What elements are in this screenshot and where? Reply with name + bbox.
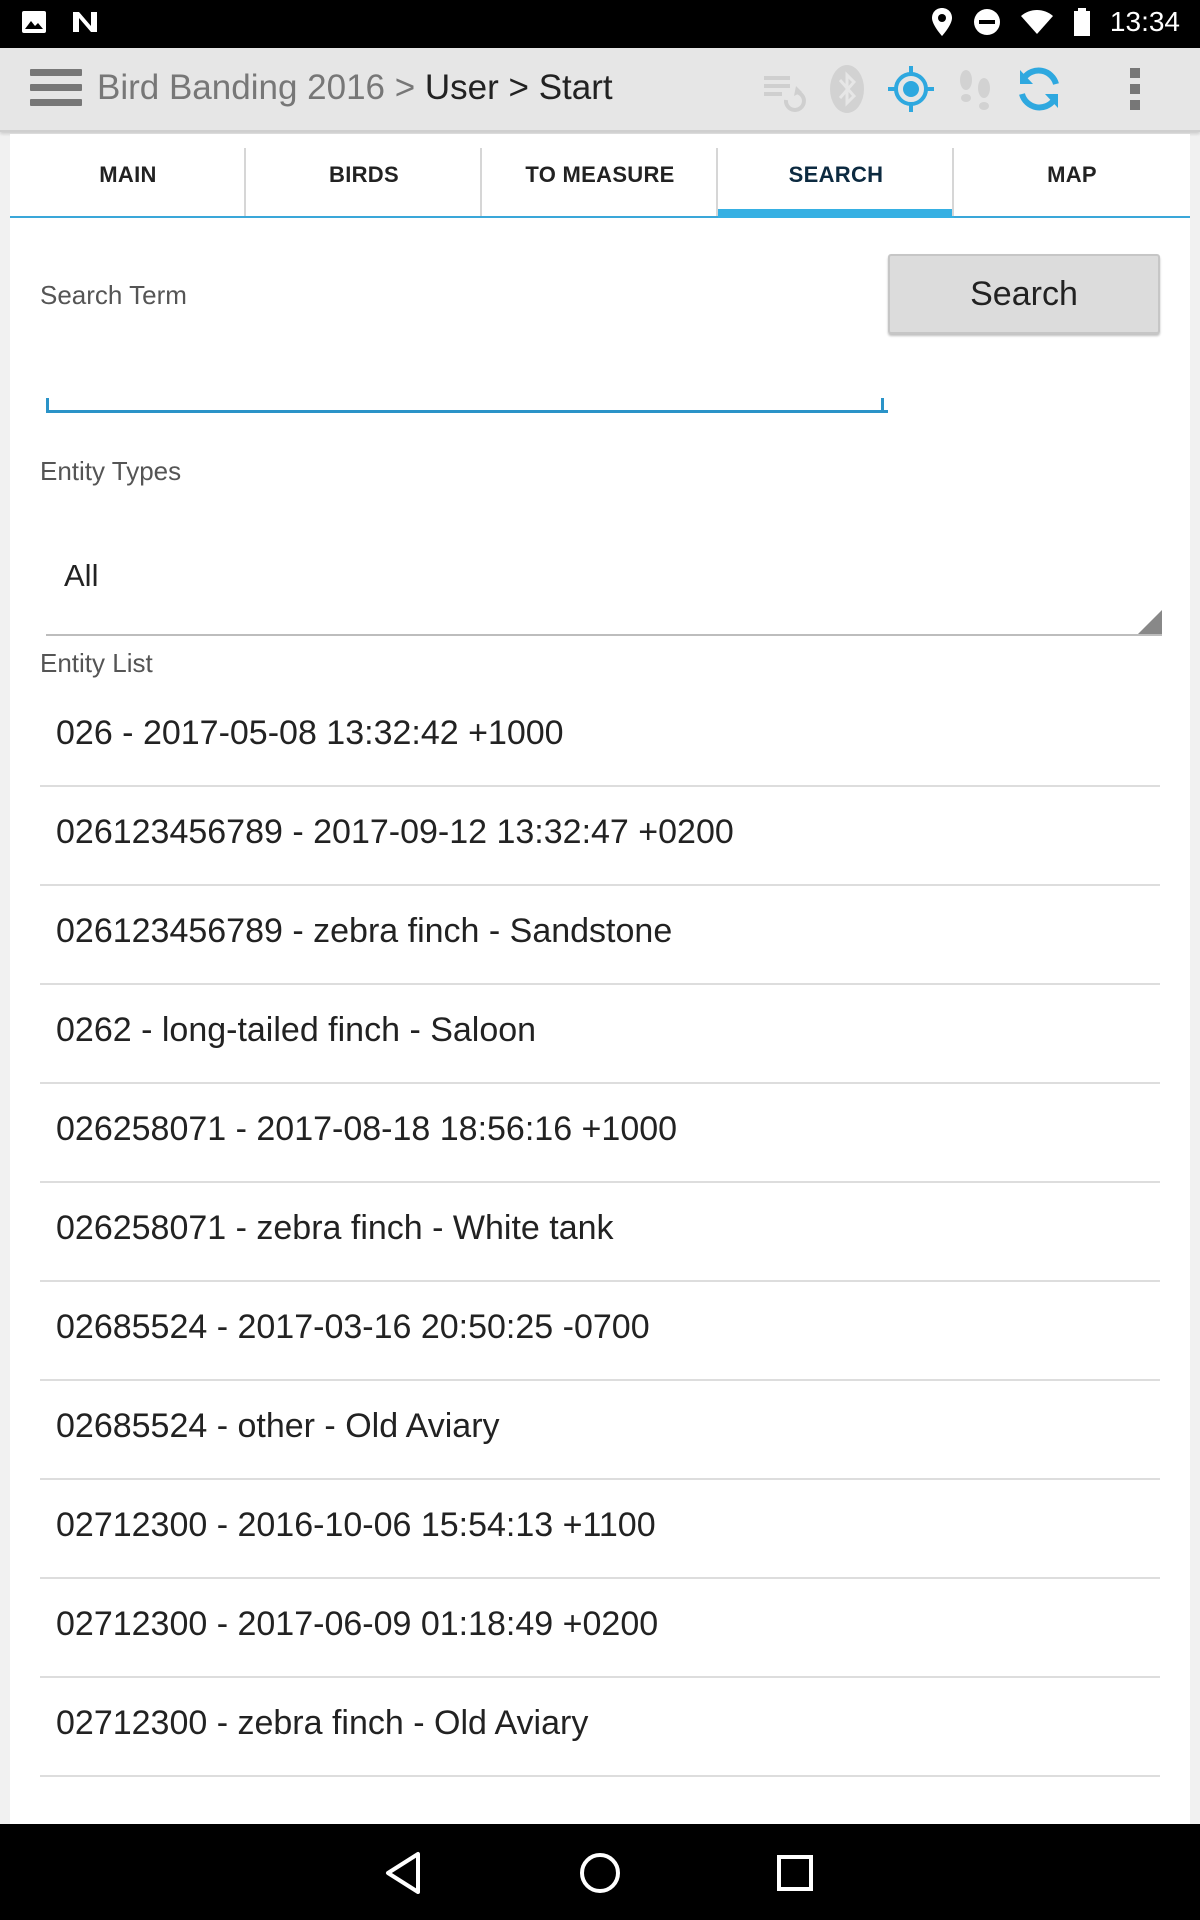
breadcrumb-separator: > [385,68,425,107]
tab-search[interactable]: SEARCH [718,134,954,218]
search-panel: Search Term Search Entity Types All Enti… [10,218,1190,1824]
tab-main[interactable]: MAIN [10,134,246,216]
list-item-text: 02712300 - zebra finch - Old Aviary [56,1704,589,1742]
location-icon [931,8,952,36]
back-icon[interactable] [380,1848,430,1898]
breadcrumb-current: Start [538,68,613,107]
search-input[interactable] [46,336,888,413]
tab-bar: MAIN BIRDS TO MEASURE SEARCH MAP [10,134,1190,218]
recents-icon[interactable] [770,1848,820,1898]
dropdown-arrow-icon [1138,610,1162,634]
entity-types-select[interactable]: All [46,518,1162,636]
overflow-menu-icon[interactable] [1108,62,1162,116]
list-item-text: 026258071 - 2017-08-18 18:56:16 +1000 [56,1110,678,1148]
entity-types-label: Entity Types [40,456,182,486]
list-item[interactable]: 026 - 2017-05-08 13:32:42 +1000 [40,688,1160,787]
home-icon[interactable] [575,1848,625,1898]
entity-list: 026 - 2017-05-08 13:32:42 +1000 02612345… [40,688,1160,1777]
breadcrumb-user[interactable]: User [425,68,499,107]
tab-birds[interactable]: BIRDS [246,134,482,216]
search-button[interactable]: Search [888,254,1160,334]
list-item[interactable]: 026123456789 - 2017-09-12 13:32:47 +0200 [40,787,1160,886]
list-item[interactable]: 02712300 - 2017-06-09 01:18:49 +0200 [40,1579,1160,1678]
dnd-icon [973,9,1000,35]
status-time: 13:34 [1109,6,1180,37]
breadcrumb-app[interactable]: Bird Banding 2016 [97,68,385,107]
breadcrumb: Bird Banding 2016 > User > Start [97,68,613,108]
entity-list-label: Entity List [40,648,153,678]
list-item[interactable]: 026123456789 - zebra finch - Sandstone [40,886,1160,985]
list-item[interactable]: 0262 - long-tailed finch - Saloon [40,985,1160,1084]
list-item-text: 026258071 - zebra finch - White tank [56,1209,614,1247]
list-item-text: 026123456789 - 2017-09-12 13:32:47 +0200 [56,813,734,851]
list-item[interactable]: 026258071 - 2017-08-18 18:56:16 +1000 [40,1084,1160,1183]
list-item[interactable]: 026258071 - zebra finch - White tank [40,1183,1160,1282]
gps-target-icon[interactable] [884,62,938,116]
search-term-label: Search Term [40,280,187,310]
list-item-text: 02685524 - 2017-03-16 20:50:25 -0700 [56,1308,650,1346]
list-item[interactable]: 02712300 - zebra finch - Old Aviary [40,1678,1160,1777]
list-item-text: 0262 - long-tailed finch - Saloon [56,1011,537,1049]
image-icon [22,11,46,33]
list-item-text: 02685524 - other - Old Aviary [56,1407,500,1445]
list-item-text: 026 - 2017-05-08 13:32:42 +1000 [56,714,564,752]
list-item[interactable]: 02685524 - other - Old Aviary [40,1381,1160,1480]
list-item[interactable]: 02685524 - 2017-03-16 20:50:25 -0700 [40,1282,1160,1381]
list-item-text: 02712300 - 2016-10-06 15:54:13 +1100 [56,1506,656,1544]
entity-types-selected-value: All [64,558,99,593]
wifi-icon [1020,10,1053,34]
tab-map[interactable]: MAP [954,134,1190,216]
hamburger-menu-icon[interactable] [30,69,82,109]
sync-disabled-icon[interactable] [756,62,810,116]
footprints-icon[interactable] [948,62,1002,116]
battery-icon [1073,8,1090,36]
n-icon [73,12,97,32]
status-bar: 13:34 [0,0,1200,48]
bluetooth-icon[interactable] [820,62,874,116]
breadcrumb-separator: > [498,68,539,107]
list-item-text: 02712300 - 2017-06-09 01:18:49 +0200 [56,1605,659,1643]
list-item-text: 026123456789 - zebra finch - Sandstone [56,912,673,950]
app-toolbar: Bird Banding 2016 > User > Start [0,48,1200,132]
tab-to-measure[interactable]: TO MEASURE [482,134,718,216]
refresh-icon[interactable] [1012,62,1066,116]
system-nav-bar [0,1824,1200,1920]
list-item[interactable]: 02712300 - 2016-10-06 15:54:13 +1100 [40,1480,1160,1579]
